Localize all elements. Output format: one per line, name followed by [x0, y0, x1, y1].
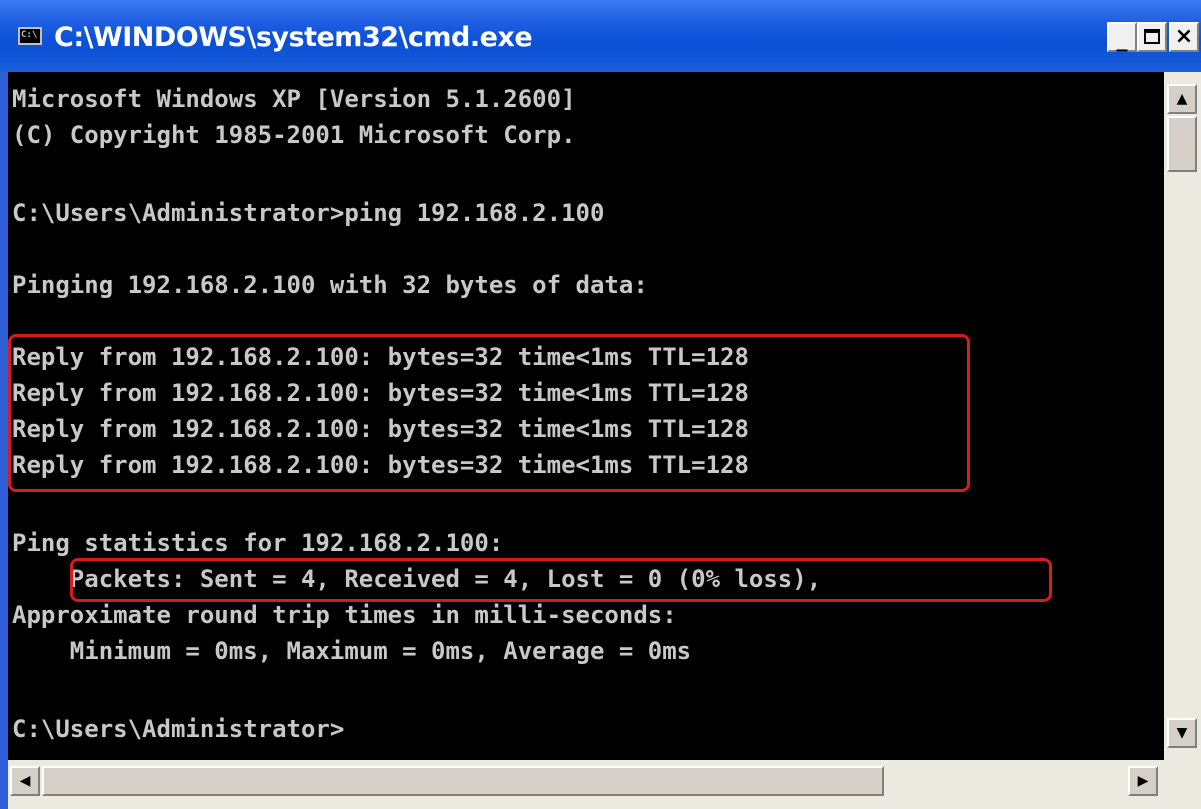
console-output[interactable]: Microsoft Windows XP [Version 5.1.2600] … [8, 72, 1164, 760]
maximize-button[interactable] [1137, 22, 1167, 52]
scroll-up-button[interactable]: ▲ [1167, 84, 1197, 114]
console-line: C:\Users\Administrator>ping 192.168.2.10… [12, 199, 605, 227]
console-line: (C) Copyright 1985-2001 Microsoft Corp. [12, 121, 576, 149]
title-bar[interactable]: C:\ C:\WINDOWS\system32\cmd.exe _ × [0, 0, 1201, 72]
console-line: Pinging 192.168.2.100 with 32 bytes of d… [12, 271, 648, 299]
packets-highlight [70, 558, 1052, 602]
scroll-down-button[interactable]: ▼ [1167, 718, 1197, 748]
horizontal-scroll-thumb[interactable] [42, 766, 884, 796]
scroll-left-button[interactable]: ◀ [10, 766, 40, 796]
vertical-scrollbar[interactable]: ▲ ▼ [1164, 72, 1201, 760]
horizontal-scrollbar[interactable]: ◀ ▶ [8, 760, 1164, 809]
console-line: Ping statistics for 192.168.2.100: [12, 529, 504, 557]
cmd-window: C:\ C:\WINDOWS\system32\cmd.exe _ × Micr… [0, 0, 1201, 809]
console-line: Microsoft Windows XP [Version 5.1.2600] [12, 85, 576, 113]
reply-lines-highlight [8, 334, 970, 492]
console-line: Minimum = 0ms, Maximum = 0ms, Average = … [12, 637, 692, 665]
console-line: C:\Users\Administrator> [12, 715, 345, 743]
minimize-button[interactable]: _ [1107, 22, 1137, 52]
scroll-right-button[interactable]: ▶ [1128, 766, 1158, 796]
window-title: C:\WINDOWS\system32\cmd.exe [54, 22, 533, 53]
scrollbar-corner [1164, 760, 1201, 809]
vertical-scroll-thumb[interactable] [1167, 116, 1197, 172]
console-icon[interactable]: C:\ [18, 27, 42, 45]
console-line: Approximate round trip times in milli-se… [12, 601, 677, 629]
maximize-icon [1144, 29, 1160, 44]
close-button[interactable]: × [1169, 22, 1199, 52]
